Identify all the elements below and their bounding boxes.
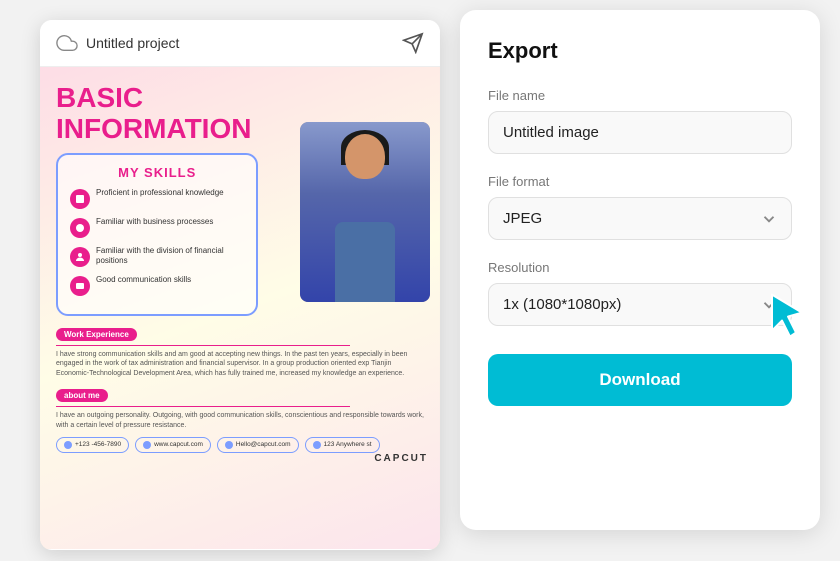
skill-icon-4 [70, 276, 90, 296]
resolution-label: Resolution [488, 260, 792, 275]
resume-bg: BASICINFORMATION MY SKILLS Proficient in… [40, 67, 440, 549]
work-exp-section: Work Experience I have strong communicat… [56, 324, 424, 379]
phone-text: +123 -456-7890 [75, 441, 121, 448]
contact-email: Hello@capcut.com [217, 437, 299, 453]
work-exp-label: Work Experience [56, 328, 137, 341]
about-section: about me I have an outgoing personality.… [56, 385, 424, 431]
person-photo [300, 122, 430, 302]
main-container: Untitled project BASICINFORMATION MY SKI… [0, 0, 840, 561]
skill-text-4: Good communication skills [96, 275, 191, 285]
cursor-arrow-icon [764, 290, 812, 338]
export-title: Export [488, 38, 792, 64]
skill-item: Familiar with business processes [70, 217, 244, 238]
file-name-input[interactable] [488, 111, 792, 154]
capcut-watermark: CAPCUT [374, 453, 428, 464]
skill-text-3: Familiar with the division of financial … [96, 246, 244, 267]
phone-icon [64, 441, 72, 449]
share-icon[interactable] [402, 32, 424, 54]
file-format-select[interactable]: JPEG PNG PDF GIF MP4 [488, 197, 792, 240]
skill-text-2: Familiar with business processes [96, 217, 213, 227]
file-name-label: File name [488, 88, 792, 103]
skill-text-1: Proficient in professional knowledge [96, 188, 224, 198]
location-icon [313, 441, 321, 449]
resolution-select[interactable]: 1x (1080*1080px) 2x (2160*2160px) 0.5x (… [488, 283, 792, 326]
download-button[interactable]: Download [488, 354, 792, 406]
skill-item: Familiar with the division of financial … [70, 246, 244, 267]
person-silhouette [300, 122, 430, 302]
file-format-wrapper: JPEG PNG PDF GIF MP4 [488, 197, 792, 240]
location-text: 123 Anywhere st [324, 441, 372, 448]
skills-title: MY SKILLS [70, 165, 244, 180]
skill-icon-2 [70, 218, 90, 238]
web-icon [143, 441, 151, 449]
contact-location: 123 Anywhere st [305, 437, 380, 453]
cloud-icon [56, 32, 78, 54]
file-format-label: File format [488, 174, 792, 189]
section-divider [56, 345, 350, 346]
design-content: BASICINFORMATION MY SKILLS Proficient in… [40, 67, 440, 549]
person-body [335, 222, 395, 302]
about-text: I have an outgoing personality. Outgoing… [56, 411, 424, 431]
web-text: www.capcut.com [154, 441, 203, 448]
export-panel: Export File name File format JPEG PNG PD… [460, 10, 820, 530]
email-text: Hello@capcut.com [236, 441, 291, 448]
design-header: Untitled project [40, 20, 440, 67]
skill-icon-1 [70, 189, 90, 209]
email-icon [225, 441, 233, 449]
skill-item: Good communication skills [70, 275, 244, 296]
skill-item: Proficient in professional knowledge [70, 188, 244, 209]
person-head [345, 134, 385, 179]
skills-box: MY SKILLS Proficient in professional kno… [56, 153, 258, 316]
about-label: about me [56, 389, 108, 402]
project-title: Untitled project [86, 35, 179, 51]
skill-icon-3 [70, 247, 90, 267]
about-divider [56, 406, 350, 407]
contact-web: www.capcut.com [135, 437, 211, 453]
work-exp-text: I have strong communication skills and a… [56, 350, 424, 379]
resolution-wrapper: 1x (1080*1080px) 2x (2160*2160px) 0.5x (… [488, 283, 792, 326]
design-preview-card: Untitled project BASICINFORMATION MY SKI… [40, 20, 440, 550]
contact-phone: +123 -456-7890 [56, 437, 129, 453]
design-header-left: Untitled project [56, 32, 179, 54]
contact-bar: +123 -456-7890 www.capcut.com Hello@capc… [56, 437, 424, 453]
